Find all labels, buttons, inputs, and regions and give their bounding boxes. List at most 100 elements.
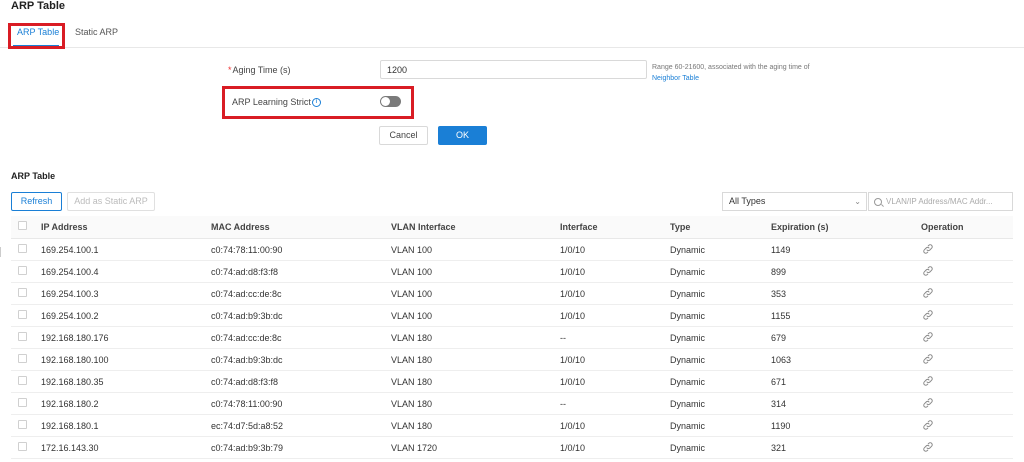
- cell-vlan-interface: VLAN 100: [391, 289, 433, 299]
- ok-button[interactable]: OK: [438, 126, 487, 145]
- cell-mac-address: c0:74:ad:b9:3b:79: [211, 443, 284, 453]
- cell-mac-address: c0:74:ad:cc:de:8c: [211, 333, 282, 343]
- search-icon: [874, 198, 882, 206]
- cell-vlan-interface: VLAN 180: [391, 355, 433, 365]
- cell-type: Dynamic: [670, 443, 706, 453]
- cell-mac-address: c0:74:78:11:00:90: [211, 245, 283, 255]
- cell-expiration: 899: [771, 267, 787, 277]
- cell-ip-address: 192.168.180.1: [41, 421, 99, 431]
- table-header: IP Address MAC Address VLAN Interface In…: [11, 216, 1013, 239]
- aging-time-input[interactable]: [380, 60, 647, 79]
- chevron-down-icon: ⌄: [854, 197, 861, 206]
- search-input[interactable]: VLAN/IP Address/MAC Addr...: [868, 192, 1013, 211]
- row-checkbox[interactable]: [18, 420, 27, 429]
- cell-expiration: 353: [771, 289, 787, 299]
- refresh-button[interactable]: Refresh: [11, 192, 62, 211]
- neighbor-table-link[interactable]: Neighbor Table: [652, 75, 699, 82]
- aging-time-label-text: Aging Time (s): [232, 65, 291, 75]
- table-row: 169.254.100.1 c0:74:78:11:00:90 VLAN 100 1/…: [11, 239, 1013, 261]
- cell-interface: --: [560, 333, 566, 343]
- cell-type: Dynamic: [670, 289, 706, 299]
- cancel-button[interactable]: Cancel: [379, 126, 428, 145]
- aging-time-hint: Range 60-21600, associated with the agin…: [652, 62, 822, 84]
- link-icon[interactable]: [922, 265, 934, 277]
- tab-static-arp[interactable]: Static ARP: [75, 27, 118, 37]
- link-icon[interactable]: [922, 243, 934, 255]
- cell-mac-address: c0:74:ad:d8:f3:f8: [211, 267, 279, 277]
- table-row: 192.168.180.35 c0:74:ad:d8:f3:f8 VLAN 180 1…: [11, 371, 1013, 393]
- cell-expiration: 671: [771, 377, 787, 387]
- cell-expiration: 1063: [771, 355, 792, 365]
- cell-mac-address: ec:74:d7:5d:a8:52: [211, 421, 284, 431]
- search-placeholder: VLAN/IP Address/MAC Addr...: [886, 197, 993, 206]
- cell-interface: --: [560, 399, 566, 409]
- hint-text: Range 60-21600, associated with the agin…: [652, 64, 810, 71]
- cell-interface: 1/0/10: [560, 421, 586, 431]
- cell-ip-address: 169.254.100.3: [41, 289, 99, 299]
- select-all-checkbox[interactable]: [18, 221, 27, 230]
- tab-bar: ARP Table Static ARP: [0, 21, 1024, 48]
- cell-interface: 1/0/10: [560, 311, 586, 321]
- row-checkbox[interactable]: [18, 244, 27, 253]
- link-icon[interactable]: [922, 331, 934, 343]
- cell-type: Dynamic: [670, 399, 706, 409]
- row-checkbox[interactable]: [18, 376, 27, 385]
- col-ip-address: IP Address: [41, 222, 88, 232]
- add-static-arp-button[interactable]: Add as Static ARP: [67, 192, 155, 211]
- cell-expiration: 1155: [771, 311, 791, 321]
- table-row: 192.168.180.100 c0:74:ad:b9:3b:dc VLAN 180…: [11, 349, 1013, 371]
- table-row: 172.16.143.30 c0:74:ad:b9:3b:79 VLAN 1720 1…: [11, 437, 1013, 459]
- type-filter-select[interactable]: All Types ⌄: [722, 192, 867, 211]
- cell-interface: 1/0/10: [560, 245, 586, 255]
- cell-vlan-interface: VLAN 180: [391, 399, 433, 409]
- cell-vlan-interface: VLAN 180: [391, 377, 433, 387]
- cell-type: Dynamic: [670, 377, 706, 387]
- cell-expiration: 1149: [771, 245, 791, 255]
- cell-ip-address: 192.168.180.176: [41, 333, 109, 343]
- table-row: 169.254.100.4 c0:74:ad:d8:f3:f8 VLAN 100 1/…: [11, 261, 1013, 283]
- cell-ip-address: 172.16.143.30: [41, 443, 99, 453]
- cell-vlan-interface: VLAN 180: [391, 421, 433, 431]
- link-icon[interactable]: [922, 397, 934, 409]
- link-icon[interactable]: [922, 353, 934, 365]
- page-title: ARP Table: [11, 0, 65, 12]
- cell-interface: 1/0/10: [560, 267, 586, 277]
- cell-interface: 1/0/10: [560, 377, 586, 387]
- row-checkbox[interactable]: [18, 442, 27, 451]
- cell-ip-address: 192.168.180.2: [41, 399, 99, 409]
- cell-expiration: 321: [771, 443, 787, 453]
- row-checkbox[interactable]: [18, 398, 27, 407]
- col-operation: Operation: [921, 222, 964, 232]
- cell-ip-address: 169.254.100.1: [41, 245, 99, 255]
- cell-type: Dynamic: [670, 311, 706, 321]
- cell-ip-address: 169.254.100.2: [41, 311, 99, 321]
- col-expiration: Expiration (s): [771, 222, 829, 232]
- cell-type: Dynamic: [670, 421, 706, 431]
- aging-time-label: *Aging Time (s): [228, 65, 291, 75]
- row-checkbox[interactable]: [18, 266, 27, 275]
- cell-vlan-interface: VLAN 100: [391, 311, 433, 321]
- link-icon[interactable]: [922, 441, 934, 453]
- link-icon[interactable]: [922, 375, 934, 387]
- link-icon[interactable]: [922, 419, 934, 431]
- row-checkbox[interactable]: [18, 354, 27, 363]
- table-row: 192.168.180.176 c0:74:ad:cc:de:8c VLAN 180…: [11, 327, 1013, 349]
- row-checkbox[interactable]: [18, 288, 27, 297]
- highlight-box-tab: [8, 23, 65, 49]
- cell-vlan-interface: VLAN 180: [391, 333, 433, 343]
- row-checkbox[interactable]: [18, 332, 27, 341]
- cell-mac-address: c0:74:78:11:00:90: [211, 399, 283, 409]
- link-icon[interactable]: [922, 309, 934, 321]
- row-checkbox[interactable]: [18, 310, 27, 319]
- cell-mac-address: c0:74:ad:b9:3b:dc: [211, 355, 283, 365]
- highlight-box-learning: [222, 86, 414, 119]
- edge-marker: [0, 247, 3, 257]
- cell-type: Dynamic: [670, 267, 706, 277]
- cell-expiration: 1190: [771, 421, 791, 431]
- link-icon[interactable]: [922, 287, 934, 299]
- table-row: 192.168.180.2 c0:74:78:11:00:90 VLAN 180 --…: [11, 393, 1013, 415]
- cell-interface: 1/0/10: [560, 355, 586, 365]
- table-row: 169.254.100.2 c0:74:ad:b9:3b:dc VLAN 100 1/…: [11, 305, 1013, 327]
- cell-expiration: 314: [771, 399, 787, 409]
- cell-interface: 1/0/10: [560, 289, 586, 299]
